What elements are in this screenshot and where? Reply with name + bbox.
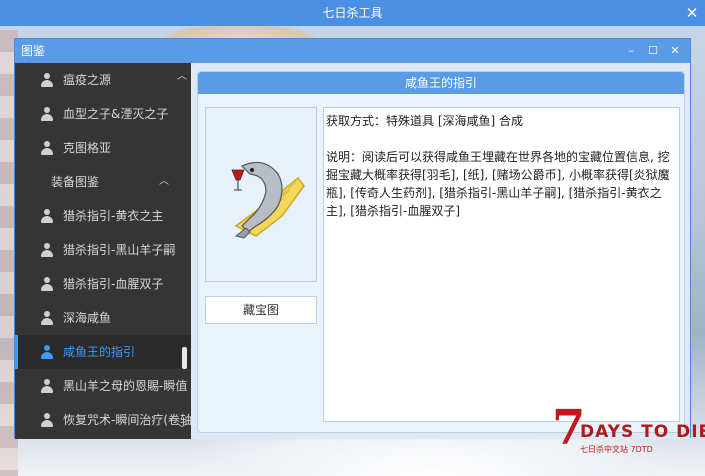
scroll-down-icon[interactable]: ﹀ — [177, 420, 187, 435]
sidebar-item[interactable]: 克图格亚 — [15, 131, 191, 165]
treasure-map-button[interactable]: 藏宝图 — [205, 296, 317, 324]
chevron-up-icon: ︿ — [159, 176, 169, 187]
sidebar-item-label: 克图格亚 — [63, 141, 112, 155]
sidebar-item[interactable]: 瘟疫之源 — [15, 63, 191, 97]
sidebar-item[interactable]: 猎杀指引-黄衣之主 — [15, 199, 191, 233]
sidebar-item-label: 血型之子&湮灭之子 — [63, 107, 169, 121]
user-icon — [41, 209, 53, 223]
detail-area: 咸鱼王的指引 藏宝图 获取方式：特殊道具 [深海咸鱼] 合成 说明：阅读后可以获… — [191, 63, 690, 439]
description-text: 说明：阅读后可以获得咸鱼王埋藏在世界各地的宝藏位置信息, 挖掘宝藏大概率获得[羽… — [326, 150, 670, 218]
close-button[interactable]: ✕ — [664, 39, 686, 63]
sidebar-item[interactable]: 猎杀指引-黑山羊子嗣 — [15, 233, 191, 267]
user-icon — [41, 311, 53, 325]
window-titlebar: 图鉴 – ☐ ✕ — [15, 39, 690, 63]
sidebar-item-label: 瘟疫之源 — [63, 73, 112, 87]
sidebar-item-label: 恢复咒术-瞬间治疗(卷轴 — [63, 413, 191, 427]
user-icon — [41, 413, 53, 427]
app-titlebar: 七日杀工具 ✕ — [0, 0, 705, 26]
item-image — [205, 107, 317, 282]
site-logo: 7 DAYS TO DIE 七日杀中文站 7DTD — [548, 402, 705, 462]
maximize-button[interactable]: ☐ — [642, 39, 664, 63]
sidebar-item[interactable]: 黑山羊之母的恩賜-瞬值 — [15, 369, 191, 403]
sidebar-group-label: 装备图鉴 — [51, 175, 100, 189]
logo-text: DAYS TO DIE — [580, 422, 705, 442]
user-icon — [41, 277, 53, 291]
encyclopedia-window: 图鉴 – ☐ ✕ 瘟疫之源 血型之子&湮灭之子 克图格亚 装备图鉴 ︿ 猎杀指引… — [14, 38, 691, 439]
sidebar-item-label: 黑山羊之母的恩賜-瞬值 — [63, 379, 188, 393]
item-description: 获取方式：特殊道具 [深海咸鱼] 合成 说明：阅读后可以获得咸鱼王埋藏在世界各地… — [323, 107, 680, 422]
sidebar-item[interactable]: 猎杀指引-血腥双子 — [15, 267, 191, 301]
sidebar-item-label: 猎杀指引-黑山羊子嗣 — [63, 243, 176, 257]
detail-panel: 咸鱼王的指引 藏宝图 获取方式：特殊道具 [深海咸鱼] 合成 说明：阅读后可以获… — [197, 71, 685, 433]
minimize-button[interactable]: – — [620, 39, 642, 63]
user-icon — [41, 345, 53, 359]
app-close-button[interactable]: ✕ — [679, 0, 705, 26]
sidebar-item-label: 猎杀指引-血腥双子 — [63, 277, 164, 291]
scroll-up-icon[interactable]: ︿ — [177, 67, 187, 82]
user-icon — [41, 243, 53, 257]
user-icon — [41, 73, 53, 87]
user-icon — [41, 107, 53, 121]
acquire-text: 获取方式：特殊道具 [深海咸鱼] 合成 — [326, 114, 523, 128]
window-title: 图鉴 — [21, 44, 46, 58]
sidebar-item-label: 咸鱼王的指引 — [63, 345, 136, 359]
user-icon — [41, 379, 53, 393]
sidebar: 瘟疫之源 血型之子&湮灭之子 克图格亚 装备图鉴 ︿ 猎杀指引-黄衣之主 猎杀指… — [15, 63, 191, 439]
sidebar-item[interactable]: 深海咸鱼 — [15, 301, 191, 335]
sidebar-item-label: 猎杀指引-黄衣之主 — [63, 209, 164, 223]
sidebar-item-label: 深海咸鱼 — [63, 311, 112, 325]
sidebar-item[interactable]: 血型之子&湮灭之子 — [15, 97, 191, 131]
app-title: 七日杀工具 — [322, 6, 383, 20]
sidebar-item[interactable]: 恢复咒术-瞬间治疗(卷轴 — [15, 403, 191, 437]
item-title: 咸鱼王的指引 — [198, 72, 684, 94]
salted-fish-icon — [231, 161, 305, 239]
scrollbar-thumb[interactable] — [182, 347, 187, 369]
sidebar-group-equipment[interactable]: 装备图鉴 ︿ — [15, 165, 191, 199]
user-icon — [41, 141, 53, 155]
logo-subtext: 七日杀中文站 7DTD — [580, 445, 653, 454]
sidebar-item-selected[interactable]: 咸鱼王的指引 — [15, 335, 191, 369]
